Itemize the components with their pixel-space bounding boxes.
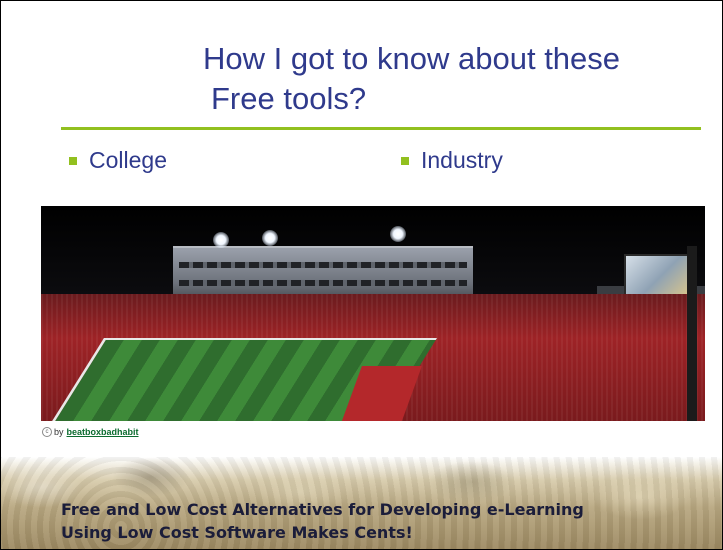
footer-line-2: Using Low Cost Software Makes Cents!	[61, 523, 413, 542]
title-divider	[61, 127, 701, 130]
stadium-photo	[41, 206, 705, 421]
creative-commons-icon: c	[42, 427, 52, 437]
title-line-2: Free tools?	[211, 81, 367, 116]
slide: How I got to know about these Free tools…	[0, 0, 723, 550]
footer-line-1: Free and Low Cost Alternatives for Devel…	[61, 500, 584, 519]
scoreboard	[624, 254, 690, 296]
slide-title: How I got to know about these Free tools…	[203, 39, 703, 119]
stadium-light	[390, 226, 406, 242]
stadium-light	[213, 232, 229, 248]
stadium-light	[262, 230, 278, 246]
bullet-industry: Industry	[401, 147, 503, 174]
bullet-college: College	[69, 147, 167, 174]
credit-prefix: by	[54, 427, 64, 437]
slide-footer: Free and Low Cost Alternatives for Devel…	[61, 498, 721, 544]
title-line-1: How I got to know about these	[203, 41, 621, 76]
photo-credit: c by beatboxbadhabit	[42, 427, 139, 437]
bullet-square-icon	[69, 156, 77, 165]
credit-author-link[interactable]: beatboxbadhabit	[67, 427, 139, 437]
bullet-label: College	[89, 147, 167, 173]
bullet-label: Industry	[421, 147, 503, 173]
bullet-square-icon	[401, 156, 409, 165]
